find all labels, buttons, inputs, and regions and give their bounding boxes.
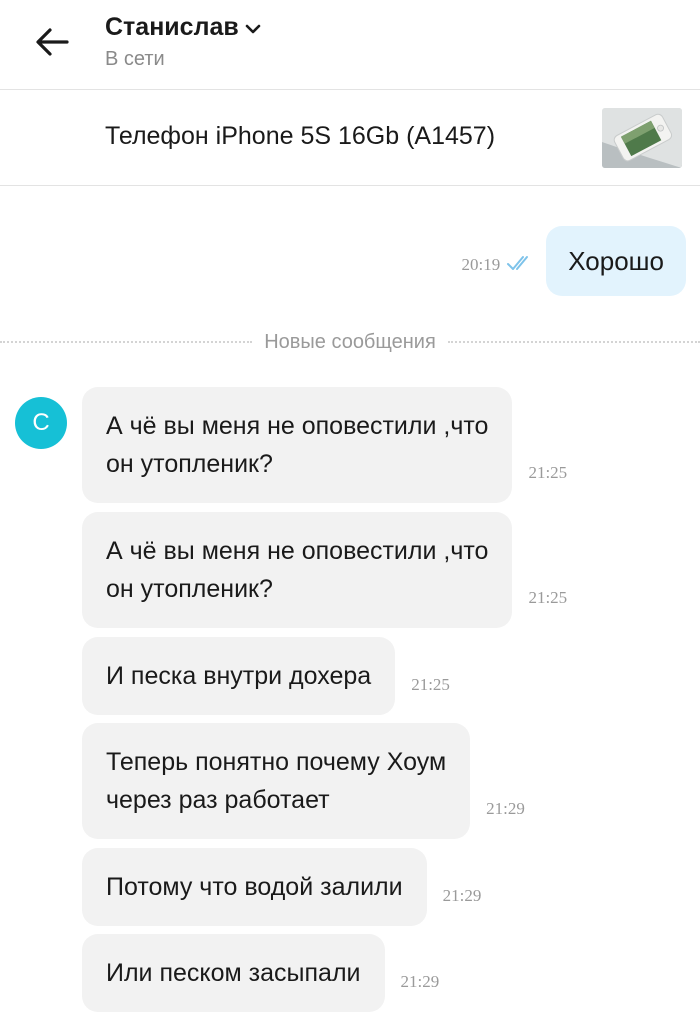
message-time: 21:25 (411, 675, 450, 694)
message-time: 20:19 (461, 255, 501, 274)
message-time: 21:25 (528, 463, 568, 482)
incoming-message[interactable]: Или песком засыпали 21:29 (82, 934, 439, 1012)
message-text: Потому что водой залили (106, 873, 403, 901)
arrow-left-icon (36, 28, 69, 56)
message-text: он утопленик? (106, 575, 273, 603)
contact-status: В сети (105, 48, 165, 70)
outgoing-message[interactable]: 20:19 Хорошо (462, 226, 686, 296)
message-text: Теперь понятно почему Хоум (106, 748, 447, 776)
chat-screen: Станислав В сети Телефон iPhone 5S 16Gb … (0, 0, 700, 1018)
chevron-down-icon[interactable] (245, 19, 261, 35)
contact-info[interactable]: Станислав В сети (105, 10, 261, 71)
back-button[interactable] (30, 20, 74, 64)
incoming-message[interactable]: А чё вы меня не оповестили ,что он утопл… (82, 387, 567, 503)
avatar[interactable]: С (15, 397, 67, 449)
message-bubble[interactable]: А чё вы меня не оповестили ,что он утопл… (82, 387, 513, 503)
divider-line-right (447, 341, 700, 343)
outgoing-bubble[interactable]: Хорошо (546, 226, 686, 296)
contact-name[interactable]: Станислав (105, 13, 239, 42)
double-check-icon (506, 254, 534, 277)
message-text: Или песком засыпали (106, 959, 361, 987)
message-text: через раз работает (106, 786, 330, 814)
listing-title[interactable]: Телефон iPhone 5S 16Gb (A1457) (105, 122, 495, 151)
message-text: он утопленик? (106, 450, 273, 478)
message-bubble[interactable]: Или песком засыпали (82, 934, 385, 1012)
incoming-message[interactable]: Теперь понятно почему Хоум через раз раб… (82, 723, 525, 839)
divider-label: Новые сообщения (264, 330, 436, 353)
message-text: А чё вы меня не оповестили ,что (106, 412, 489, 440)
message-time: 21:29 (442, 886, 482, 905)
incoming-message[interactable]: И песка внутри дохера 21:25 (82, 637, 450, 715)
message-bubble[interactable]: А чё вы меня не оповестили ,что он утопл… (82, 512, 513, 628)
chat-header: Станислав В сети (0, 0, 700, 90)
message-time: 21:29 (400, 972, 440, 991)
listing-card[interactable]: Телефон iPhone 5S 16Gb (A1457) (0, 90, 700, 186)
message-bubble[interactable]: Потому что водой залили (82, 848, 427, 926)
message-time: 21:29 (486, 799, 525, 818)
listing-thumbnail[interactable] (602, 108, 682, 168)
message-bubble[interactable]: И песка внутри дохера (82, 637, 396, 715)
outgoing-meta: 20:19 (462, 254, 535, 277)
message-time: 21:25 (528, 588, 568, 607)
new-messages-divider: Новые сообщения (0, 328, 700, 356)
incoming-message[interactable]: А чё вы меня не оповестили ,что он утопл… (82, 512, 567, 628)
message-text: И песка внутри дохера (106, 662, 372, 690)
message-text: А чё вы меня не оповестили ,что (106, 537, 489, 565)
divider-line-left (0, 341, 253, 343)
message-bubble[interactable]: Теперь понятно почему Хоум через раз раб… (82, 723, 471, 839)
incoming-message[interactable]: Потому что водой залили 21:29 (82, 848, 481, 926)
